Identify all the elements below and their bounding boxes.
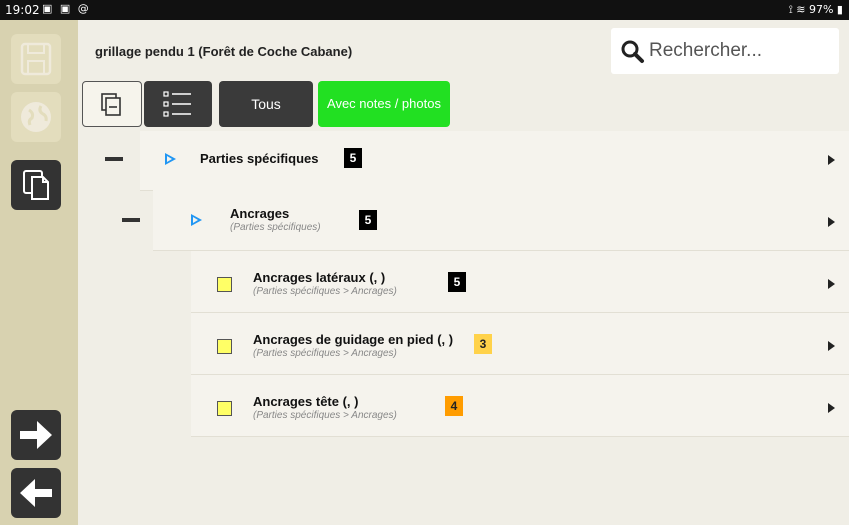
list-item[interactable]: Ancrages (Parties spécifiques) 5 <box>78 189 849 251</box>
page-title: grillage pendu 1 (Forêt de Coche Cabane) <box>95 44 353 59</box>
list-item[interactable]: Parties spécifiques 5 <box>78 131 849 191</box>
search-field[interactable]: Rechercher... <box>611 28 839 74</box>
list-icon <box>163 91 191 117</box>
item-path: (Parties spécifiques) <box>230 222 321 233</box>
previous-button[interactable] <box>11 468 61 518</box>
sidebar <box>0 20 78 525</box>
status-bar: 19:02 ▣ ▣ @ ⟟ ≋ 97% ▮ <box>0 0 849 20</box>
copy-icon <box>23 170 49 200</box>
chevron-right-icon[interactable] <box>828 155 835 165</box>
item-label: Parties spécifiques <box>200 151 319 166</box>
count-badge: 5 <box>359 210 377 230</box>
status-indicators: ⟟ ≋ 97% ▮ <box>788 3 843 16</box>
count-badge: 3 <box>474 334 492 354</box>
collapse-icon[interactable] <box>105 157 123 161</box>
play-icon <box>165 153 176 165</box>
chevron-right-icon[interactable] <box>828 341 835 351</box>
notification-icons: ▣ ▣ @ <box>42 2 91 15</box>
item-path: (Parties spécifiques > Ancrages) <box>253 410 397 421</box>
filter-all-button[interactable]: Tous <box>219 81 313 127</box>
search-icon <box>621 40 644 63</box>
status-square-icon <box>217 401 232 416</box>
chevron-right-icon[interactable] <box>828 279 835 289</box>
item-path: (Parties spécifiques > Ancrages) <box>253 348 397 359</box>
item-label: Ancrages tête (, ) <box>253 394 359 409</box>
save-icon <box>20 42 52 76</box>
count-badge: 5 <box>448 272 466 292</box>
item-label: Ancrages latéraux (, ) <box>253 270 386 285</box>
filter-all-label: Tous <box>251 96 281 112</box>
next-button[interactable] <box>11 410 61 460</box>
list-item[interactable]: Ancrages latéraux (, ) (Parties spécifiq… <box>78 251 849 313</box>
header: grillage pendu 1 (Forêt de Coche Cabane)… <box>78 20 849 82</box>
globe-button[interactable] <box>11 92 61 142</box>
copy-button[interactable] <box>11 160 61 210</box>
list-item[interactable]: Ancrages de guidage en pied (, ) (Partie… <box>78 313 849 375</box>
status-square-icon <box>217 339 232 354</box>
count-badge: 4 <box>445 396 463 416</box>
item-path: (Parties spécifiques > Ancrages) <box>253 286 397 297</box>
filter-toolbar: Tous Avec notes / photos <box>78 79 849 131</box>
save-button[interactable] <box>11 34 61 84</box>
list-item[interactable]: Ancrages tête (, ) (Parties spécifiques … <box>78 375 849 437</box>
status-square-icon <box>217 277 232 292</box>
chevron-right-icon[interactable] <box>828 217 835 227</box>
filter-notes-photos-label: Avec notes / photos <box>327 96 441 111</box>
arrow-left-icon <box>20 479 52 507</box>
item-label: Ancrages <box>230 206 290 221</box>
count-badge: 5 <box>344 148 362 168</box>
collapse-icon[interactable] <box>122 218 140 222</box>
play-icon <box>191 214 202 226</box>
search-placeholder: Rechercher... <box>649 40 762 61</box>
list-view-button[interactable] <box>144 81 212 127</box>
globe-icon <box>21 102 51 132</box>
arrow-right-icon <box>20 421 52 449</box>
filter-notes-photos-button[interactable]: Avec notes / photos <box>318 81 450 127</box>
chevron-right-icon[interactable] <box>828 403 835 413</box>
collapse-all-icon <box>101 93 121 116</box>
item-label: Ancrages de guidage en pied (, ) <box>253 332 454 347</box>
status-time: 19:02 <box>5 3 40 17</box>
collapse-all-button[interactable] <box>82 81 142 127</box>
